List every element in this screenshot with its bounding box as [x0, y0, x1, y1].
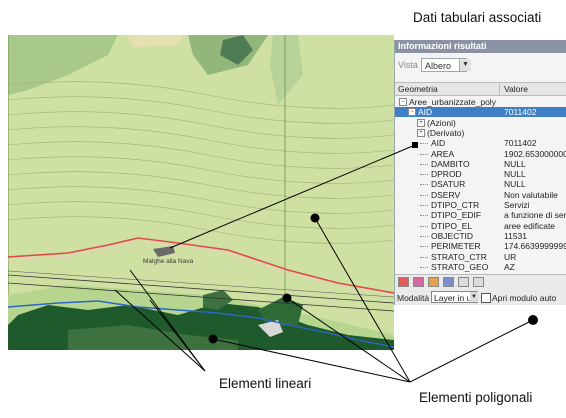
callout-overlay [114, 142, 538, 383]
marker-dot-1 [310, 213, 320, 223]
elementi-lineari-label: Elementi lineari [219, 376, 312, 391]
marker-dot-4 [528, 315, 538, 325]
leader-lineari-2 [149, 299, 206, 372]
marker-square [412, 142, 418, 148]
marker-dot-3 [208, 334, 218, 344]
leader-dati-tabulari [169, 144, 416, 249]
leader-poligonali-4 [409, 319, 534, 383]
leader-lineari-3 [114, 289, 206, 372]
elementi-poligonali-label: Elementi poligonali [419, 390, 533, 405]
callout-dots [208, 142, 538, 344]
leader-poligonali-1 [314, 217, 411, 383]
leader-lines [114, 144, 534, 383]
marker-dot-2 [282, 293, 292, 303]
leader-poligonali-2 [286, 297, 411, 383]
